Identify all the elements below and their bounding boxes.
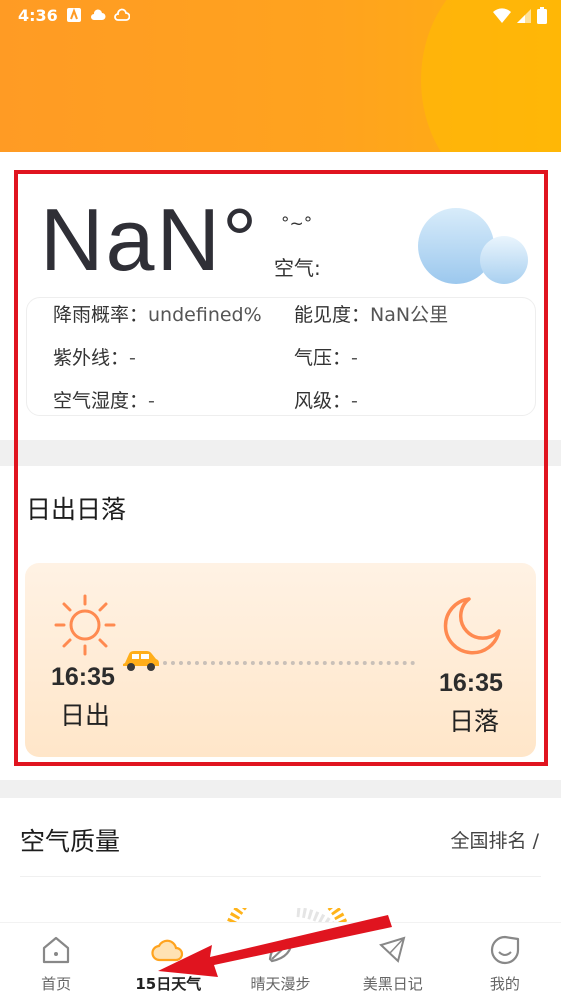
system-icons [493, 7, 547, 24]
profile-icon [490, 935, 520, 965]
cloud-notification-icon [91, 9, 106, 20]
air-pressure: 气压：- [294, 347, 358, 369]
nav-label: 首页 [41, 975, 72, 993]
section-divider [0, 780, 561, 798]
nav-label: 晴天漫步 [250, 975, 311, 993]
leaf-icon [268, 937, 293, 963]
section-title: 日出日落 [26, 495, 127, 524]
sunset-time: 16:35 [439, 669, 503, 697]
sun-progress-track [163, 661, 415, 665]
umbrella-icon [378, 936, 406, 963]
car-icon [123, 651, 159, 671]
uv-index: 紫外线：- [53, 347, 136, 369]
moon-icon [443, 597, 501, 655]
wind-level: 风级：- [294, 390, 358, 412]
sunrise-time: 16:35 [51, 663, 115, 691]
nav-item-sunny-walk[interactable]: 晴天漫步 [224, 923, 336, 997]
sunset-label: 日落 [449, 707, 500, 736]
nav-item-profile[interactable]: 我的 [449, 923, 561, 997]
home-icon [42, 936, 70, 964]
national-rank-link[interactable]: 全国排名 / [451, 826, 539, 853]
sunrise-sunset-card: 日出日落 16:35 日出 16:35 日落 [0, 466, 561, 780]
sunrise-sunset-panel: 16:35 日出 16:35 日落 [25, 563, 536, 757]
notification-icons [66, 7, 130, 23]
sunrise-label: 日出 [60, 701, 111, 730]
section-divider [0, 440, 561, 466]
nav-label: 我的 [489, 975, 520, 993]
visibility: 能见度：NaN公里 [294, 304, 449, 326]
nav-label: 15日天气 [135, 975, 202, 993]
weather-details-panel: 降雨概率：undefined% 能见度：NaN公里 紫外线：- 气压：- 空气湿… [26, 297, 536, 416]
section-title: 空气质量 [20, 827, 121, 856]
header-banner: 4:36 [0, 0, 561, 152]
weather-card: NaN° °~° 空气: 降雨概率：undefined% 能见度：NaN公里 紫… [0, 152, 561, 440]
nav-label: 美黑日记 [362, 975, 423, 993]
cloud-icon [151, 939, 184, 962]
cloud-icon [418, 208, 528, 284]
air-label: 空气: [274, 256, 321, 280]
temperature-range: °~° [281, 214, 313, 234]
status-bar: 4:36 [0, 0, 561, 34]
signal-icon [517, 8, 531, 23]
wifi-icon [493, 7, 511, 23]
divider [20, 876, 541, 877]
nav-item-home[interactable]: 首页 [0, 923, 112, 997]
temperature: NaN° [40, 190, 260, 289]
status-time: 4:36 [18, 6, 58, 25]
nav-item-tan-diary[interactable]: 美黑日记 [337, 923, 449, 997]
battery-icon [537, 7, 547, 24]
humidity: 空气湿度：- [53, 390, 155, 412]
weather-notification-icon [114, 8, 130, 21]
sun-icon [54, 594, 116, 656]
nav-item-15day-weather[interactable]: 15日天气 [112, 923, 224, 997]
app-notification-icon [67, 8, 81, 22]
rain-probability: 降雨概率：undefined% [53, 304, 262, 326]
bottom-navigation: 首页 15日天气 晴天漫步 美黑日记 我的 [0, 922, 561, 997]
